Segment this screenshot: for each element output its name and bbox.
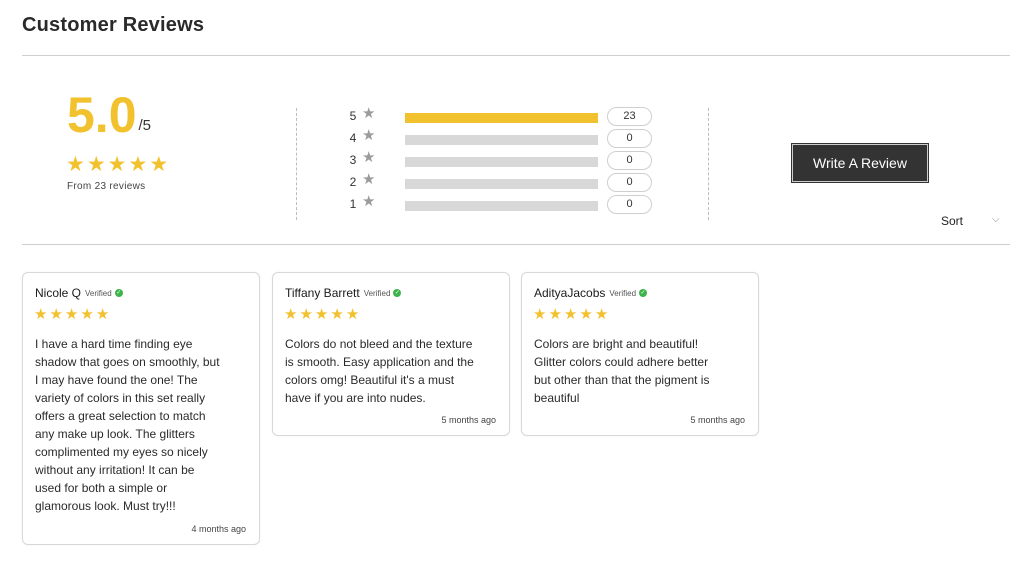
review-stars: ★ ★ ★ ★ ★ xyxy=(34,307,109,322)
page-title: Customer Reviews xyxy=(22,14,205,36)
sort-dropdown[interactable]: Sort xyxy=(941,214,963,228)
histogram-bar xyxy=(405,135,598,145)
review-card: Nicole Q Verified ✓ ★ ★ ★ ★ ★ I have a hard … xyxy=(22,272,260,545)
verified-label: Verified xyxy=(363,288,391,298)
review-body: I have a hard time finding eye shadow tha… xyxy=(35,335,249,515)
review-text-line: used for both a simple or xyxy=(35,481,168,495)
histogram-rating: 2 xyxy=(349,175,357,189)
star-icon: ★ xyxy=(49,306,63,323)
review-text-line: colors omg! Beautiful it's a must xyxy=(285,373,455,387)
histogram-row-2[interactable]: 2 ★ 0 xyxy=(348,172,658,194)
verified-label: Verified xyxy=(85,288,112,298)
review-body: Colors are bright and beautiful! Glitter … xyxy=(534,335,748,407)
summary-stars: ★ ★ ★ ★ ★ xyxy=(66,154,168,175)
review-text-line: offers a great selection to match xyxy=(35,409,206,423)
star-icon: ★ xyxy=(34,306,48,323)
star-icon: ★ xyxy=(80,306,94,323)
review-text-line: glamorous look. Must try!!! xyxy=(35,499,176,513)
star-icon: ★ xyxy=(563,306,578,323)
histogram-bar xyxy=(405,157,598,167)
review-text-line: Colors are bright and beautiful! xyxy=(534,337,699,351)
verified-check-icon: ✓ xyxy=(393,289,402,297)
divider xyxy=(296,108,297,220)
average-rating: 5.0 /5 xyxy=(67,90,151,140)
histogram-row-1[interactable]: 1 ★ 0 xyxy=(348,194,658,216)
histogram-count: 0 xyxy=(607,173,652,192)
verified-check-icon: ✓ xyxy=(639,289,648,297)
verified-check-icon: ✓ xyxy=(114,289,123,297)
star-icon: ★ xyxy=(362,171,376,188)
histogram-bar xyxy=(405,179,598,189)
review-card: AdityaJacobs Verified ✓ ★ ★ ★ ★ ★ Colors are… xyxy=(521,272,759,436)
review-count: From 23 reviews xyxy=(67,181,146,192)
histogram-bar-fill xyxy=(405,113,598,123)
star-icon: ★ xyxy=(86,153,106,176)
star-icon: ★ xyxy=(594,306,609,323)
star-icon: ★ xyxy=(579,306,593,323)
review-text-line: shadow that goes on smoothly, but xyxy=(35,355,220,369)
review-text-line: is smooth. Easy application and the xyxy=(285,355,474,369)
histogram-row-5[interactable]: 5 ★ 23 xyxy=(348,106,658,128)
divider xyxy=(22,244,1010,245)
histogram-count: 23 xyxy=(607,107,652,126)
write-review-button[interactable]: Write A Review xyxy=(791,143,929,183)
star-icon: ★ xyxy=(66,153,85,176)
histogram-rating: 4 xyxy=(349,131,357,145)
review-timestamp: 5 months ago xyxy=(441,415,496,425)
histogram-count: 0 xyxy=(607,195,652,214)
review-text-line: have if you are into nudes. xyxy=(285,391,426,405)
review-timestamp: 4 months ago xyxy=(191,524,246,534)
histogram-bar xyxy=(405,113,598,123)
histogram-count: 0 xyxy=(607,151,652,170)
star-icon: ★ xyxy=(64,306,79,323)
review-card: Tiffany Barrett Verified ✓ ★ ★ ★ ★ ★ Colors … xyxy=(272,272,510,436)
histogram-row-4[interactable]: 4 ★ 0 xyxy=(348,128,658,150)
star-icon: ★ xyxy=(362,105,376,122)
review-body: Colors do not bleed and the texture is sm… xyxy=(285,335,499,407)
review-text-line: I have a hard time finding eye xyxy=(35,337,193,351)
reviewer-name: Tiffany Barrett xyxy=(285,286,360,300)
review-text-line: but other than that the pigment is xyxy=(534,373,710,387)
review-stars: ★ ★ ★ ★ ★ xyxy=(533,307,608,322)
star-icon: ★ xyxy=(345,306,360,323)
review-text-line: Glitter colors could adhere better xyxy=(534,355,709,369)
rating-score: 5.0 xyxy=(67,87,137,143)
histogram-rating: 3 xyxy=(349,153,357,167)
histogram-count: 0 xyxy=(607,129,652,148)
review-timestamp: 5 months ago xyxy=(690,415,745,425)
star-icon: ★ xyxy=(128,153,148,176)
review-text-line: without any irritation! It can be xyxy=(35,463,195,477)
histogram-rating: 1 xyxy=(349,197,357,211)
star-icon: ★ xyxy=(362,149,376,166)
star-icon: ★ xyxy=(149,153,169,176)
reviewer-name: AdityaJacobs xyxy=(534,286,606,300)
review-text-line: I may have found the one! The xyxy=(35,373,198,387)
verified-label: Verified xyxy=(609,288,637,298)
star-icon: ★ xyxy=(107,153,127,176)
histogram-rating: 5 xyxy=(349,109,357,123)
star-icon: ★ xyxy=(362,127,376,144)
review-stars: ★ ★ ★ ★ ★ xyxy=(284,307,359,322)
star-icon: ★ xyxy=(284,306,298,323)
review-text-line: variety of colors in this set really xyxy=(35,391,206,405)
star-icon: ★ xyxy=(362,193,376,210)
review-text-line: Colors do not bleed and the texture xyxy=(285,337,473,351)
review-text-line: beautiful xyxy=(534,391,580,405)
divider xyxy=(22,55,1010,56)
chevron-down-icon[interactable]: ⌵ xyxy=(992,214,1000,225)
rating-max: /5 xyxy=(138,117,152,134)
histogram-row-3[interactable]: 3 ★ 0 xyxy=(348,150,658,172)
rating-histogram: 5 ★ 23 4 ★ 0 3 ★ 0 2 ★ 0 1 ★ 0 xyxy=(348,106,658,216)
star-icon: ★ xyxy=(548,306,562,323)
star-icon: ★ xyxy=(95,306,110,323)
review-text-line: complimented my eyes so nicely xyxy=(35,445,208,459)
reviewer-name: Nicole Q xyxy=(35,286,82,300)
star-icon: ★ xyxy=(533,306,547,323)
star-icon: ★ xyxy=(330,306,344,323)
star-icon: ★ xyxy=(299,306,313,323)
star-icon: ★ xyxy=(314,306,329,323)
histogram-bar xyxy=(405,201,598,211)
review-text-line: any make up look. The glitters xyxy=(35,427,195,441)
divider xyxy=(708,108,709,220)
